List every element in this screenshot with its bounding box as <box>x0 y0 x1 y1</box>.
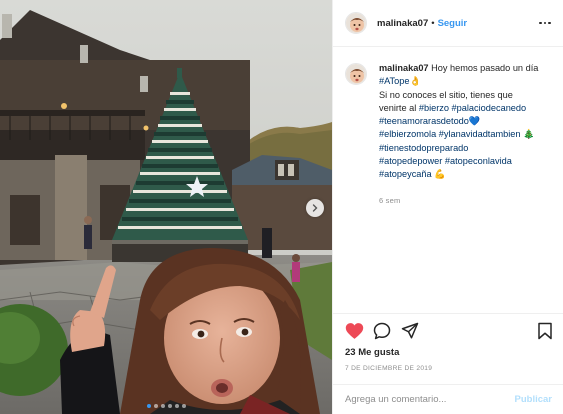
heart-emoji: 💙 <box>468 116 481 127</box>
hashtag-link[interactable]: #teenamorarasdetodo <box>379 116 469 126</box>
caption-line: venirte al <box>379 102 417 113</box>
carousel-indicator <box>0 404 332 408</box>
post-header: malinaka07 • Seguir <box>333 0 563 47</box>
caption-line: Hoy hemos pasado un día <box>431 63 539 73</box>
divider <box>333 313 563 314</box>
hashtag-link[interactable]: #palaciodecanedo <box>452 103 527 113</box>
follow-button[interactable]: Seguir <box>438 18 468 29</box>
carousel-dot <box>153 404 158 408</box>
avatar-image <box>346 13 366 33</box>
caption-text: malinaka07 Hoy hemos pasado un día #ATop… <box>379 62 549 207</box>
avatar[interactable] <box>345 12 367 34</box>
carousel-dot <box>174 404 179 408</box>
post-side-panel: malinaka07 • Seguir malinaka07 Hoy hemos… <box>332 0 563 414</box>
more-options-icon[interactable] <box>539 18 551 29</box>
action-bar <box>345 322 555 342</box>
carousel-dot <box>160 404 165 408</box>
avatar[interactable] <box>345 63 367 85</box>
avatar-image <box>346 64 366 84</box>
chevron-right-icon <box>312 204 318 212</box>
comment-input[interactable] <box>345 394 515 405</box>
caption-timestamp[interactable]: 6 sem <box>379 194 549 207</box>
carousel-dot <box>146 404 151 408</box>
separator-dot: • <box>431 17 435 29</box>
share-icon[interactable] <box>401 322 419 340</box>
tree-emoji: 🎄 <box>523 129 535 140</box>
muscle-emoji: 💪 <box>434 169 446 180</box>
carousel-next-button[interactable] <box>306 199 324 217</box>
hashtag-link[interactable]: #atopeycaña <box>379 169 432 179</box>
carousel-dot <box>167 404 172 408</box>
post-date: 7 DE DICIEMBRE DE 2019 <box>345 365 433 372</box>
hashtag-link[interactable]: #bierzo <box>419 103 449 113</box>
hashtag-link[interactable]: #elbierzomola <box>379 129 436 139</box>
hashtag-link[interactable]: #tienestodopreparado <box>379 143 468 153</box>
username-link[interactable]: malinaka07 <box>377 18 428 29</box>
publish-button[interactable]: Publicar <box>515 394 553 405</box>
caption-username[interactable]: malinaka07 <box>379 63 429 73</box>
likes-count[interactable]: 23 Me gusta <box>345 347 399 358</box>
christmas-tree-selfie-image <box>0 0 332 414</box>
caption-block: malinaka07 Hoy hemos pasado un día #ATop… <box>345 62 553 207</box>
caption-line: Si no conoces el sitio, tienes que <box>379 89 513 100</box>
bookmark-icon[interactable] <box>537 322 553 340</box>
hashtag-link[interactable]: #atopedepower <box>379 156 442 166</box>
hashtag-link[interactable]: #atopeconlavida <box>445 156 512 166</box>
heart-icon[interactable] <box>345 322 364 340</box>
comment-bar: Publicar <box>333 384 563 414</box>
post-photo[interactable] <box>0 0 332 414</box>
carousel-dot <box>181 404 186 408</box>
hashtag-link[interactable]: #ylanavidadtambien <box>439 129 521 139</box>
hashtag-link[interactable]: #ATope👌 <box>379 76 421 86</box>
comment-icon[interactable] <box>373 322 391 340</box>
